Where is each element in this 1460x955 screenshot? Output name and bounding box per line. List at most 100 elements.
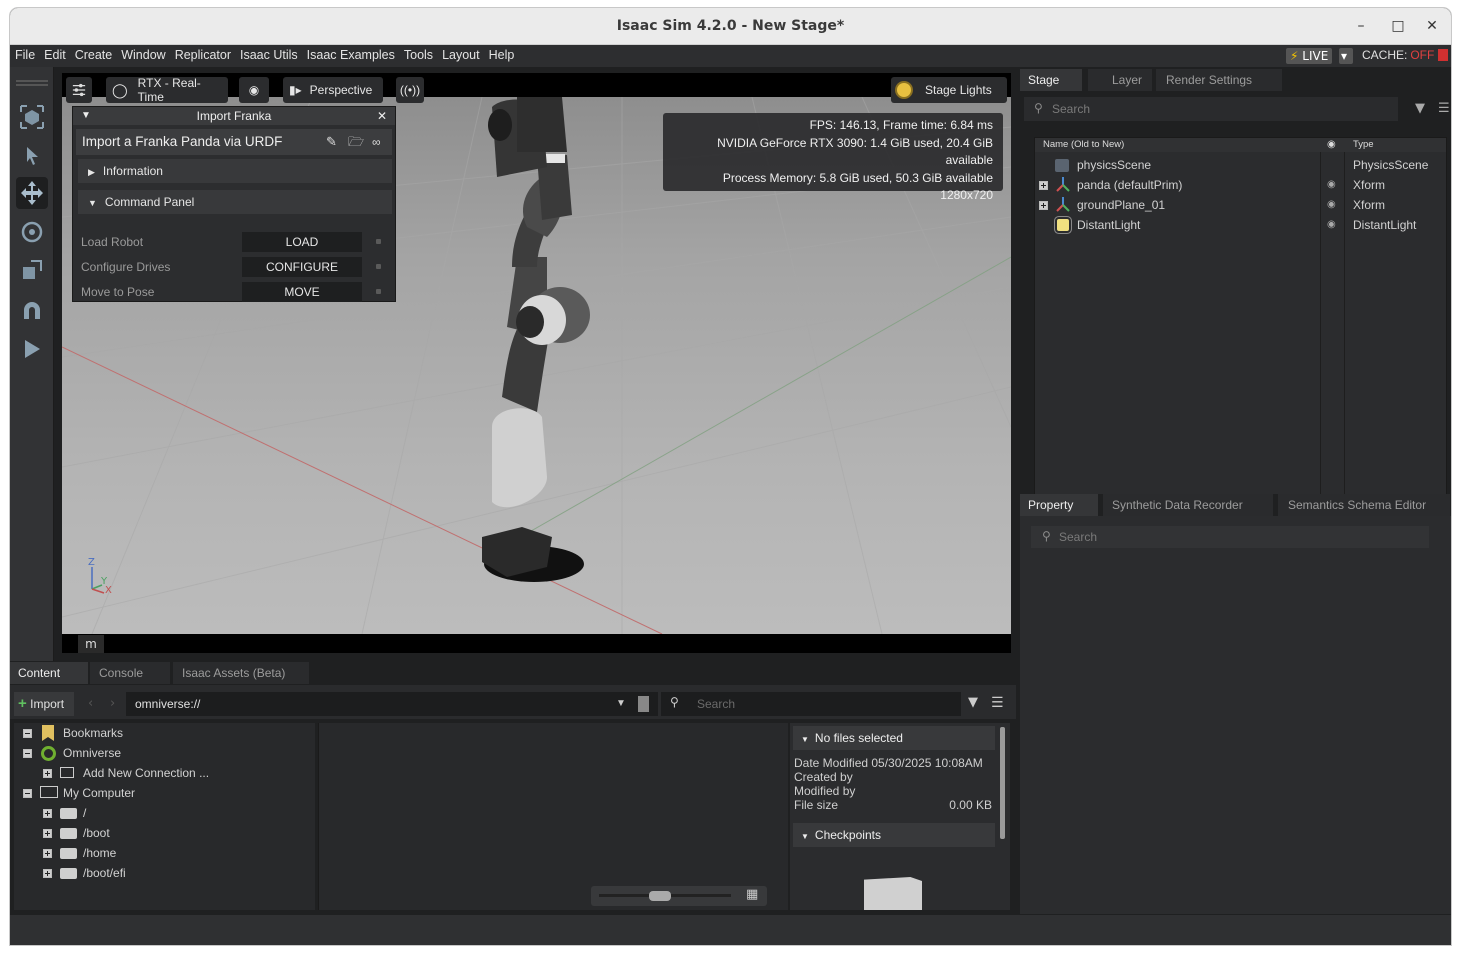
snap-magnet-icon[interactable] [16, 295, 48, 327]
viewport-settings-icon[interactable] [66, 77, 92, 103]
bookmark-icon[interactable] [638, 696, 649, 712]
tree-item-bookmarks[interactable]: Bookmarks [14, 723, 315, 743]
minimize-icon[interactable]: – [1350, 15, 1372, 37]
live-button[interactable]: ⚡ LIVE [1286, 48, 1333, 64]
play-icon[interactable] [16, 333, 48, 365]
filter-icon[interactable]: ▼ [1415, 101, 1425, 116]
expand-icon[interactable] [43, 769, 52, 778]
tree-item-boot[interactable]: /boot [14, 823, 315, 843]
stage-row-physicsscene[interactable]: physicsScene PhysicsScene [1035, 155, 1448, 175]
collapse-triangle-icon[interactable]: ▼ [81, 107, 91, 125]
tree-item-my-computer[interactable]: My Computer [14, 783, 315, 803]
camera-button[interactable]: ▮▸ Perspective [283, 77, 383, 103]
command-panel-section[interactable]: ▼ Command Panel [78, 190, 392, 214]
tab-property[interactable]: Property [1020, 494, 1098, 516]
menu-tools[interactable]: Tools [399, 45, 437, 62]
visibility-eye-icon[interactable]: ◉ [1327, 195, 1336, 215]
menu-edit[interactable]: Edit [39, 45, 70, 62]
collapse-icon[interactable] [23, 729, 32, 738]
move-button[interactable]: MOVE [242, 282, 362, 302]
path-input[interactable]: omniverse:// ▼ [126, 692, 658, 716]
expand-icon[interactable] [43, 809, 52, 818]
content-search-input[interactable]: Search [661, 692, 961, 716]
cache-icon [1437, 49, 1448, 61]
tree-item-root[interactable]: / [14, 803, 315, 823]
tab-semantics-schema-editor[interactable]: Semantics Schema Editor [1278, 494, 1450, 516]
stage-search-input[interactable]: Search [1024, 97, 1398, 121]
collapse-icon[interactable] [23, 749, 32, 758]
live-dropdown-icon[interactable]: ▾ [1339, 48, 1353, 64]
details-scrollbar[interactable] [1000, 727, 1005, 839]
column-type-header[interactable]: Type [1353, 138, 1374, 152]
forward-arrow-icon[interactable]: › [110, 696, 115, 711]
no-files-header[interactable]: ▼ No files selected [793, 726, 995, 750]
zoom-slider[interactable]: ▦ [591, 886, 767, 906]
tab-render-settings[interactable]: Render Settings [1156, 69, 1282, 91]
menu-isaac-utils[interactable]: Isaac Utils [235, 45, 302, 62]
load-button[interactable]: LOAD [242, 232, 362, 252]
import-panel-header[interactable]: ▼ Import Franka ✕ [73, 107, 395, 125]
broadcast-icon[interactable]: ((•)) [396, 77, 424, 103]
information-section[interactable]: ▶ Information [78, 159, 392, 183]
tree-item-add-connection[interactable]: Add New Connection ... [14, 763, 315, 783]
expand-icon[interactable] [43, 829, 52, 838]
menu-isaac-examples[interactable]: Isaac Examples [302, 45, 399, 62]
rotate-tool-icon[interactable] [16, 216, 48, 248]
eye-column-icon[interactable]: ◉ [1327, 138, 1336, 152]
configure-button[interactable]: CONFIGURE [242, 257, 362, 277]
maximize-icon[interactable]: □ [1387, 15, 1409, 37]
zoom-slider-thumb[interactable] [649, 891, 671, 901]
scale-tool-icon[interactable] [16, 254, 48, 286]
filter-icon[interactable]: ▼ [968, 695, 978, 710]
tab-stage[interactable]: Stage [1020, 69, 1082, 91]
grid-view-icon[interactable]: ▦ [746, 887, 758, 902]
column-name-header[interactable]: Name (Old to New) [1043, 138, 1124, 152]
viewport-badge[interactable]: m [78, 635, 104, 653]
back-arrow-icon[interactable]: ‹ [88, 696, 93, 711]
menu-icon[interactable]: ☰ [991, 695, 1004, 711]
expand-icon[interactable] [1039, 201, 1048, 210]
tree-item-boot-efi[interactable]: /boot/efi [14, 863, 315, 883]
expand-icon[interactable] [43, 869, 52, 878]
visibility-eye-icon[interactable]: ◉ [1327, 175, 1336, 195]
visibility-eye-icon[interactable]: ◉ [1327, 215, 1336, 235]
close-panel-icon[interactable]: ✕ [377, 107, 387, 125]
menu-help[interactable]: Help [484, 45, 519, 62]
menu-layout[interactable]: Layout [437, 45, 484, 62]
stage-row-groundplane[interactable]: groundPlane_01 ◉ Xform [1035, 195, 1448, 215]
tree-item-home[interactable]: /home [14, 843, 315, 863]
tree-item-omniverse[interactable]: Omniverse [14, 743, 315, 763]
menu-file[interactable]: File [10, 45, 39, 62]
select-arrow-icon[interactable] [16, 140, 48, 172]
stage-row-distantlight[interactable]: DistantLight ◉ DistantLight [1035, 215, 1448, 235]
import-button[interactable]: + Import [14, 692, 74, 716]
tab-synthetic-data-recorder[interactable]: Synthetic Data Recorder [1103, 494, 1273, 516]
menu-icon[interactable]: ☰ [1438, 101, 1450, 116]
cache-status[interactable]: CACHE: OFF [1362, 48, 1448, 62]
menu-create[interactable]: Create [70, 45, 117, 62]
edit-icon[interactable]: ✎ [326, 129, 337, 155]
tab-content[interactable]: Content [10, 662, 88, 684]
stage-lights-button[interactable]: Stage Lights [891, 77, 1007, 103]
checkpoints-header[interactable]: ▼ Checkpoints [793, 823, 995, 847]
visibility-eye-icon[interactable]: ◉ [239, 77, 269, 103]
property-search-input[interactable]: Search [1031, 526, 1429, 548]
tab-isaac-assets[interactable]: Isaac Assets (Beta) [173, 662, 309, 684]
collapse-icon[interactable] [23, 789, 32, 798]
move-tool-icon[interactable] [16, 177, 48, 209]
file-grid[interactable] [318, 723, 788, 910]
folder-open-icon[interactable]: 🗁 [348, 129, 364, 155]
stage-row-panda[interactable]: panda (defaultPrim) ◉ Xform [1035, 175, 1448, 195]
link-icon[interactable]: ∞ [372, 129, 381, 155]
menu-window[interactable]: Window [116, 45, 169, 62]
path-dropdown-icon[interactable]: ▼ [616, 692, 626, 716]
select-mode-icon[interactable] [16, 101, 48, 133]
expand-icon[interactable] [1039, 181, 1048, 190]
tree-label: /boot/efi [83, 866, 126, 880]
tab-layer[interactable]: Layer [1088, 69, 1152, 91]
close-icon[interactable]: ✕ [1421, 15, 1443, 37]
renderer-button[interactable]: ◯ RTX - Real-Time [106, 76, 228, 104]
expand-icon[interactable] [43, 849, 52, 858]
menu-replicator[interactable]: Replicator [170, 45, 235, 62]
tab-console[interactable]: Console [90, 662, 170, 684]
